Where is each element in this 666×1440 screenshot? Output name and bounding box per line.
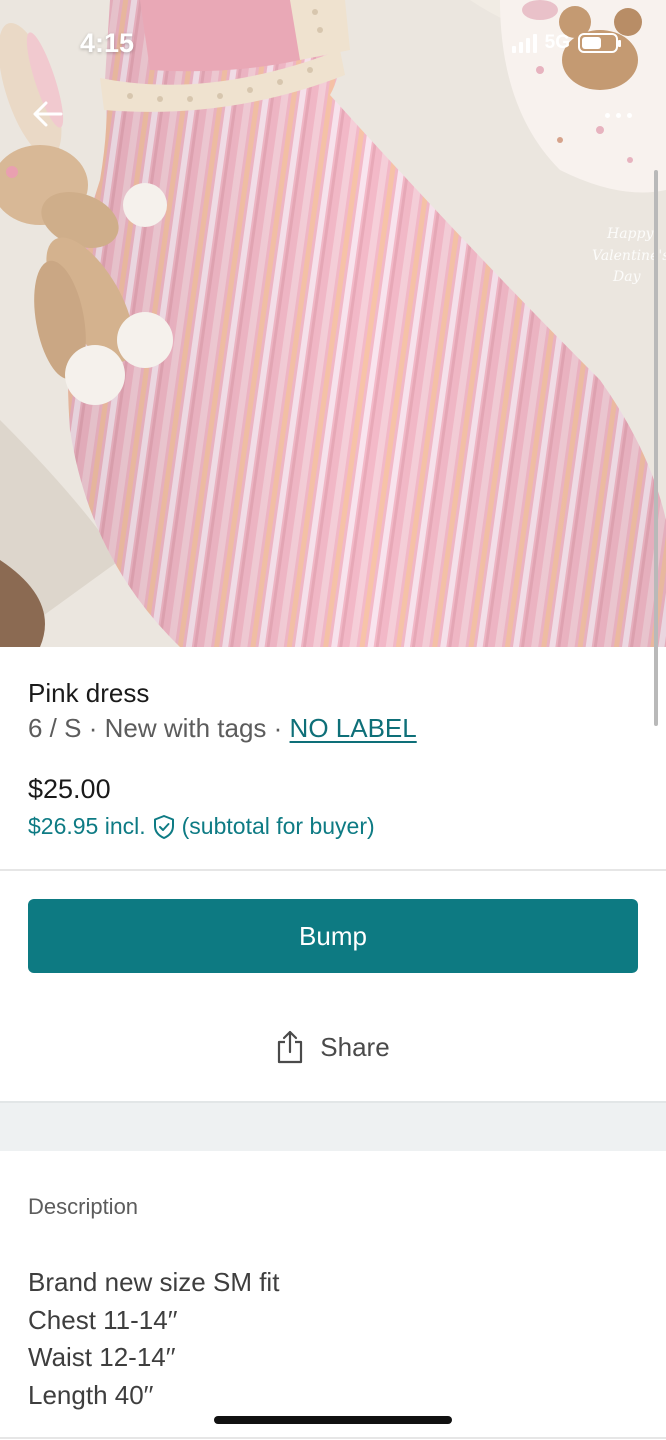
status-icons: 5G [511, 32, 621, 54]
brand-link[interactable]: NO LABEL [290, 713, 417, 743]
signal-icon [511, 33, 537, 53]
photo-overlay-line-1: Happy [606, 226, 654, 242]
scrollbar[interactable] [654, 170, 658, 726]
divider [0, 869, 666, 871]
listing-meta: 6 / S · New with tags · NO LABEL [28, 713, 417, 743]
description-body: Brand new size SM fit Chest 11-14′′ Wais… [28, 1264, 279, 1414]
listing-price: $25.00 [28, 774, 111, 804]
section-separator [0, 1101, 666, 1151]
description-line: Brand new size SM fit [28, 1267, 280, 1297]
share-button[interactable]: Share [0, 1030, 666, 1064]
dress-photo-illustration: Happy Valentine's Day [0, 0, 666, 647]
description-line: Chest 11-14′′ [28, 1304, 178, 1335]
bottom-divider [0, 1437, 666, 1439]
home-indicator[interactable] [214, 1416, 452, 1424]
product-photo[interactable]: Happy Valentine's Day 4:15 5G [0, 0, 666, 647]
battery-icon [578, 33, 621, 53]
buyer-price-note: (subtotal for buyer) [181, 813, 375, 839]
buyer-price-row[interactable]: $26.95 incl. (subtotal for buyer) [28, 813, 375, 840]
bump-button[interactable]: Bump [28, 899, 638, 973]
share-icon [278, 1030, 303, 1064]
back-button[interactable] [28, 94, 68, 134]
listing-size: 6 / S [28, 713, 82, 743]
listing-info: Pink dress 6 / S · New with tags · NO LA… [28, 676, 638, 746]
more-options-button[interactable] [596, 100, 640, 130]
network-type: 5G [544, 32, 570, 53]
description-line: Length 40′′ [28, 1379, 154, 1410]
share-label: Share [320, 1031, 390, 1062]
listing-condition: New with tags [104, 713, 267, 743]
buyer-price: $26.95 incl. [28, 813, 146, 839]
shield-check-icon [153, 814, 174, 839]
listing-title: Pink dress [28, 678, 150, 708]
photo-overlay-line-3: Day [612, 269, 642, 285]
more-dots-icon [604, 112, 610, 118]
description-line: Waist 12-14′′ [28, 1342, 176, 1372]
arrow-left-icon [33, 101, 63, 127]
status-time: 4:15 [80, 28, 135, 58]
description-heading: Description [28, 1194, 139, 1219]
